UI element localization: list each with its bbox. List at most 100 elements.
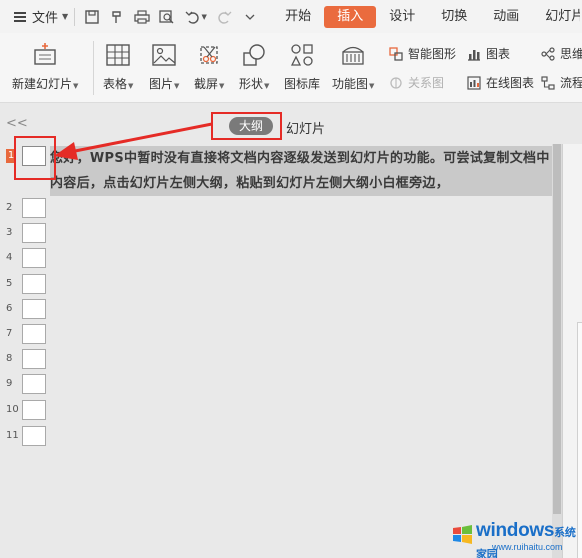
highlight-box-outline — [211, 112, 282, 140]
shape-button[interactable]: 形状▼ — [239, 41, 269, 92]
shape-icon — [239, 41, 269, 69]
smart-shape-label: 智能图形 — [408, 47, 457, 61]
menu-bar: 文件 ▼ ▼ 开始 插入 设计 切换 动画 幻灯片放 — [0, 0, 582, 33]
outline-pane[interactable]: 1 您好，WPS中暂时没有直接将文档内容逐级发送到幻灯片的功能。可尝试复制文档中… — [6, 144, 556, 558]
smart-shape-button[interactable]: 智能图形 — [388, 45, 456, 62]
divider — [93, 41, 94, 95]
windows-logo-icon — [453, 525, 472, 544]
icon-library-icon — [287, 41, 317, 69]
slide-number: 4 — [6, 252, 13, 263]
slide-number: 6 — [6, 303, 13, 314]
outline-row[interactable]: 5 — [6, 274, 66, 296]
undo-icon[interactable]: ▼ — [181, 6, 211, 28]
relation-button[interactable]: 关系图 — [388, 74, 444, 91]
online-chart-icon — [466, 75, 482, 91]
flowchart-label: 流程 — [560, 76, 582, 90]
outline-row[interactable]: 4 — [6, 248, 66, 270]
screenshot-icon — [194, 41, 224, 69]
outline-row[interactable]: 8 — [6, 349, 66, 371]
picture-button[interactable]: 图片▼ — [149, 41, 179, 92]
new-slide-icon — [30, 41, 60, 69]
tab-animation[interactable]: 动画 — [480, 6, 532, 28]
slide-thumbnail-box[interactable] — [22, 426, 46, 446]
shape-label: 形状 — [239, 77, 264, 91]
smart-shape-icon — [388, 46, 404, 62]
tab-design[interactable]: 设计 — [376, 6, 428, 28]
relation-icon — [388, 75, 404, 91]
slide-thumbnail-box[interactable] — [22, 198, 46, 218]
feature-picture-icon — [338, 41, 368, 69]
chevron-down-icon: ▼ — [62, 12, 69, 21]
slide-number: 5 — [6, 278, 13, 289]
collapse-panel-icon[interactable]: << — [6, 116, 28, 131]
tab-insert[interactable]: 插入 — [324, 5, 377, 28]
redo-icon[interactable] — [214, 6, 236, 28]
slide-number: 2 — [6, 202, 13, 213]
slide-thumbnail-box[interactable] — [22, 299, 46, 319]
file-menu-button[interactable]: 文件 ▼ — [0, 0, 68, 33]
tab-home[interactable]: 开始 — [272, 6, 324, 28]
new-slide-label: 新建幻灯片 — [12, 77, 73, 91]
file-menu-label: 文件 — [32, 11, 59, 26]
print-icon[interactable] — [131, 6, 153, 28]
online-chart-button[interactable]: 在线图表 — [466, 74, 534, 91]
picture-icon — [149, 41, 179, 69]
outline-row[interactable]: 10 — [6, 400, 66, 422]
screenshot-button[interactable]: 截屏▼ — [194, 41, 224, 92]
watermark-brand-text: windows — [476, 520, 555, 541]
slide-number: 10 — [6, 404, 19, 415]
mindmap-label: 思维 — [560, 47, 582, 61]
outline-row[interactable]: 7 — [6, 324, 66, 346]
watermark: windows系统家园 www.ruihaitu.com — [452, 520, 580, 558]
table-label: 表格 — [103, 77, 128, 91]
online-chart-label: 在线图表 — [486, 76, 535, 90]
vertical-scrollbar[interactable] — [552, 144, 562, 558]
print-preview-icon[interactable] — [156, 6, 178, 28]
slide-thumbnail-box[interactable] — [22, 400, 46, 420]
mindmap-button[interactable]: 思维 — [540, 45, 582, 62]
relation-label: 关系图 — [408, 76, 445, 90]
watermark-brand: windows系统家园 — [476, 520, 580, 558]
slide-thumbnail-box[interactable] — [22, 248, 46, 268]
chart-icon — [466, 46, 482, 62]
slide-number: 11 — [6, 430, 19, 441]
divider — [74, 7, 76, 26]
mindmap-icon — [540, 46, 556, 62]
slide-thumbnail-box[interactable] — [22, 223, 46, 243]
feature-picture-button[interactable]: 功能图▼ — [332, 41, 374, 92]
format-painter-icon[interactable] — [106, 6, 128, 28]
icon-library-button[interactable]: 图标库 — [284, 41, 320, 92]
annotation-arrow-icon — [54, 122, 213, 160]
outline-row[interactable]: 9 — [6, 374, 66, 396]
more-dropdown-icon[interactable] — [239, 6, 261, 28]
outline-row[interactable]: 11 — [6, 426, 66, 448]
slides-tab-button[interactable]: 幻灯片 — [286, 118, 325, 137]
ribbon-toolbar: 新建幻灯片▼ 表格▼ 图片▼ 截屏▼ 形状▼ 图标库 功能图▼ 智能图形 图表 … — [0, 33, 582, 103]
hamburger-icon — [14, 11, 26, 22]
flowchart-button[interactable]: 流程 — [540, 74, 582, 91]
flowchart-icon — [540, 75, 556, 91]
chart-button[interactable]: 图表 — [466, 45, 510, 62]
slide-edit-area — [562, 144, 582, 558]
screenshot-label: 截屏 — [194, 77, 219, 91]
outline-row[interactable]: 6 — [6, 299, 66, 321]
outline-row[interactable]: 3 — [6, 223, 66, 245]
slide-number: 9 — [6, 378, 13, 389]
slide-thumbnail-box[interactable] — [22, 374, 46, 394]
watermark-url: www.ruihaitu.com — [492, 542, 563, 552]
scrollbar-thumb[interactable] — [553, 144, 561, 514]
new-slide-button[interactable]: 新建幻灯片▼ — [12, 41, 78, 92]
tab-transition[interactable]: 切换 — [428, 6, 480, 28]
slide-number: 8 — [6, 353, 13, 364]
slide-number: 3 — [6, 227, 13, 238]
slide-thumbnail-box[interactable] — [22, 274, 46, 294]
save-icon[interactable] — [81, 6, 103, 28]
icon-library-label: 图标库 — [284, 77, 321, 91]
slide-thumbnail-box[interactable] — [22, 349, 46, 369]
slide-number: 7 — [6, 328, 13, 339]
slide-thumbnail-box[interactable] — [22, 324, 46, 344]
outline-row[interactable]: 2 — [6, 198, 66, 220]
table-button[interactable]: 表格▼ — [103, 41, 133, 92]
feature-picture-label: 功能图 — [332, 77, 369, 91]
tab-slideshow[interactable]: 幻灯片放 — [532, 6, 580, 28]
